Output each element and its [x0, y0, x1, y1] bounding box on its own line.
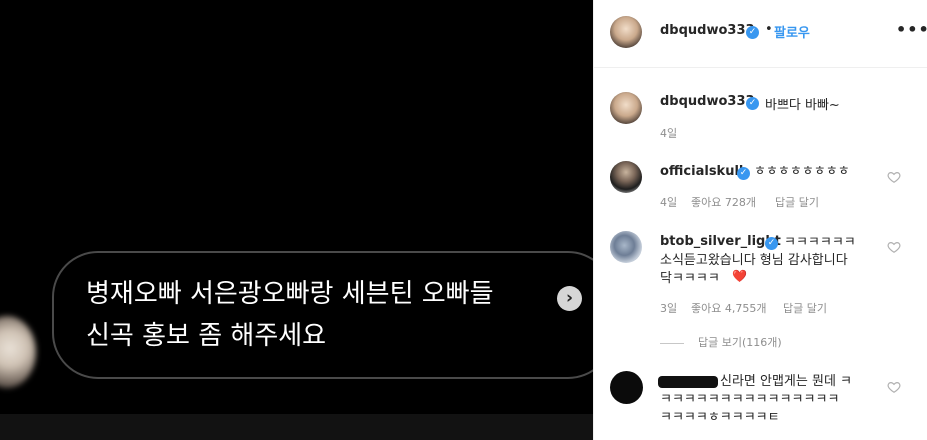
commenter-avatar[interactable] — [610, 231, 642, 263]
author-avatar[interactable] — [610, 16, 642, 48]
commenter-avatar[interactable] — [610, 371, 643, 404]
comment-likes[interactable]: 좋아요 4,755개 — [691, 300, 766, 316]
comment-likes[interactable]: 좋아요 728개 — [691, 194, 756, 210]
comment-time[interactable]: 3일 — [660, 300, 677, 316]
more-options-icon[interactable]: ••• — [896, 20, 927, 39]
comment-text: ㅋㅋㅋㅋㅋㅋ 소식듣고왔습니다 형님 감사합니다 닥ㅋㅋㅋㅋ — [660, 235, 856, 286]
caption-username[interactable]: dbqudwo333 — [660, 94, 755, 109]
divider-line — [660, 342, 684, 344]
caption-text: 바쁘다 바빠~ — [765, 98, 840, 113]
dm-message-bubble: 병재오빠 서은광오빠랑 세븐틴 오빠들 신곡 홍보 좀 해주세요 — [52, 251, 593, 379]
comment-time[interactable]: 4일 — [660, 194, 677, 210]
like-heart-icon[interactable] — [887, 240, 901, 254]
view-replies-button[interactable]: 답글 보기(116개) — [660, 334, 782, 350]
like-heart-icon[interactable] — [887, 380, 901, 394]
reply-button[interactable]: 답글 달기 — [775, 194, 819, 210]
caption-author-avatar[interactable] — [610, 92, 642, 124]
blurred-profile-image — [0, 316, 36, 388]
view-replies-label: 답글 보기(116개) — [698, 336, 782, 349]
media-bottom-strip — [0, 414, 593, 440]
author-username[interactable]: dbqudwo333 — [660, 23, 755, 38]
verified-badge-icon: ✓ — [746, 97, 759, 110]
next-media-button[interactable]: › — [557, 286, 582, 311]
comment-username[interactable]: officialskull — [660, 164, 743, 179]
commenter-avatar[interactable] — [610, 161, 642, 193]
comment-text: ㅎㅎㅎㅎㅎㅎㅎㅎ — [754, 164, 850, 179]
comment-text: 신라면 안맵게는 뭔데 ㅋ ㅋㅋㅋㅋㅋㅋㅋㅋㅋㅋㅋㅋㅋㅋㅋ ㅋㅋㅋㅋㅎㅋㅋㅋㅋㅌ — [660, 374, 852, 425]
reply-button[interactable]: 답글 달기 — [783, 300, 827, 316]
heart-emoji: ❤️ — [732, 269, 747, 283]
post-media[interactable]: 병재오빠 서은광오빠랑 세븐틴 오빠들 신곡 홍보 좀 해주세요 › — [0, 0, 593, 440]
follow-button[interactable]: 팔로우 — [774, 22, 810, 41]
verified-badge-icon: ✓ — [746, 26, 759, 39]
post-header: dbqudwo333 ✓ • 팔로우 ••• — [594, 0, 927, 68]
caption-time[interactable]: 4일 — [660, 125, 677, 141]
post-side-panel: dbqudwo333 ✓ • 팔로우 ••• dbqudwo333 ✓ 바쁘다 … — [593, 0, 927, 440]
verified-badge-icon: ✓ — [737, 167, 750, 180]
dm-message-text: 병재오빠 서은광오빠랑 세븐틴 오빠들 신곡 홍보 좀 해주세요 — [86, 279, 494, 351]
like-heart-icon[interactable] — [887, 170, 901, 184]
separator-dot: • — [765, 22, 773, 37]
chevron-right-icon: › — [565, 288, 573, 308]
